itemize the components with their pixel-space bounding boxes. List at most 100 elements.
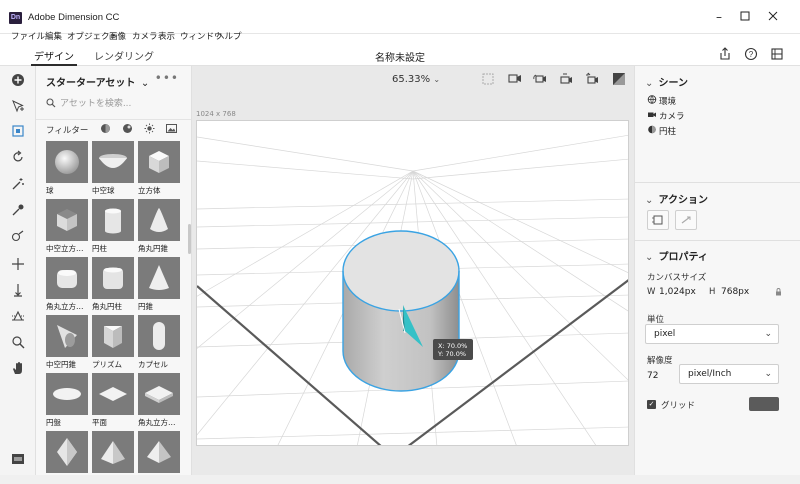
maximize-button[interactable] [738,10,752,24]
asset-item[interactable]: 角丸立方… [46,257,88,312]
asset-item[interactable]: 中空立方… [46,199,88,254]
help-icon[interactable]: ? [744,47,758,61]
asset-item[interactable]: 球 [46,141,88,196]
camera-fit-icon[interactable] [508,72,522,86]
asset-panel-title[interactable]: スターターアセット ⌄ [46,74,149,89]
scene-item-camera[interactable]: カメラ [647,110,685,122]
menu-image[interactable]: 画像 [109,30,126,42]
scene-item-environment[interactable]: 環境 [647,95,676,107]
menu-file[interactable]: ファイル [11,30,45,42]
scene-render[interactable]: X: 70.0% Y: 70.0% [197,121,629,446]
model-filter-icon[interactable] [100,123,111,134]
material-filter-icon[interactable] [122,123,133,134]
render-preview-icon[interactable] [612,72,626,86]
scene-item-label: カメラ [659,112,685,122]
resolution-unit-select[interactable]: pixel/Inch ⌄ [679,364,779,384]
sample-tool[interactable] [10,228,26,244]
asset-item[interactable]: 立方体 [138,141,180,196]
asset-item[interactable]: 角丸円錐 [138,199,180,254]
asset-item[interactable]: 角丸立方… [138,373,180,428]
camera-icon [648,112,656,117]
asset-item[interactable] [46,431,88,475]
asset-item[interactable]: 中空円錐 [46,315,88,370]
light-filter-icon[interactable] [144,123,155,134]
asset-thumbnail [92,431,134,473]
unit-select[interactable]: pixel ⌄ [645,324,779,344]
zoom-tool[interactable] [10,334,26,350]
actions-section-header[interactable]: ⌄ アクション [645,191,708,206]
asset-item[interactable]: 角丸円柱 [92,257,134,312]
disc-icon [53,388,81,400]
zoom-level[interactable]: 65.33% ⌄ [392,74,440,85]
asset-item[interactable]: 円柱 [92,199,134,254]
camera-dolly-icon[interactable] [585,72,599,86]
3d-viewport[interactable]: X: 70.0% Y: 70.0% [196,120,629,446]
asset-thumbnail [138,141,180,183]
frame-icon[interactable] [481,72,495,86]
scene-section-header[interactable]: ⌄ シーン [645,74,688,89]
asset-label: 角丸立方… [46,302,84,311]
scene-item-cylinder[interactable]: 円柱 [647,125,676,137]
share-icon[interactable] [718,47,732,61]
asset-item[interactable] [138,431,180,475]
orbit-tool[interactable] [10,149,26,165]
more-options-button[interactable]: ••• [155,71,179,85]
eyedropper-tool[interactable] [10,202,26,218]
asset-item[interactable]: 平面 [92,373,134,428]
bounds-tool[interactable] [10,123,26,139]
search-input[interactable] [60,96,184,112]
asset-item[interactable]: 円錐 [138,257,180,312]
filter-row: フィルター [36,119,191,137]
camera-pan-icon[interactable] [559,72,573,86]
rounded-cube-icon [57,270,77,288]
adobe-stock-icon[interactable] [770,47,784,61]
add-circle-icon [12,74,24,86]
menu-help[interactable]: ヘルプ [216,30,242,42]
material-sample-icon [11,230,24,242]
magic-wand-tool[interactable] [10,176,26,192]
image-filter-icon[interactable] [166,123,177,134]
lock-icon[interactable] [775,288,782,296]
menu-camera[interactable]: カメラ [132,30,158,42]
dolly-tool[interactable] [10,282,26,298]
cone-icon [149,265,169,290]
panel-toggle[interactable] [10,451,26,467]
align-to-ground-button[interactable] [647,210,669,230]
app-icon: Dn [9,12,22,24]
eyedropper-icon [12,204,24,216]
grid-checkbox[interactable]: ✓ [647,400,656,409]
chevron-down-icon: ⌄ [645,195,654,206]
camera-orbit-icon[interactable] [533,72,547,86]
unit-value: pixel [654,329,676,339]
asset-item[interactable]: プリズム [92,315,134,370]
select-tool[interactable] [10,98,26,114]
asset-thumbnail [92,199,134,241]
grid-color-swatch[interactable] [749,397,779,411]
hand-tool[interactable] [10,360,26,376]
add-tool[interactable] [10,72,26,88]
minimize-button[interactable]: – [712,10,726,24]
close-button[interactable] [766,10,780,24]
move-to-ground-button[interactable] [675,210,697,230]
asset-thumbnail [138,315,180,357]
height-field[interactable]: 768px [721,287,749,297]
tooltip-y: Y: 70.0% [437,350,466,358]
asset-item[interactable] [92,431,134,475]
menu-edit[interactable]: 編集 [45,30,62,42]
horizon-tool[interactable] [10,308,26,324]
resolution-field[interactable]: 72 [647,371,658,381]
asset-item[interactable]: 中空球 [92,141,134,196]
pan-camera-tool[interactable] [10,256,26,272]
asset-thumbnail [92,315,134,357]
width-field[interactable]: 1,024px [659,287,696,297]
menu-view[interactable]: 表示 [158,30,175,42]
asset-item[interactable]: 円盤 [46,373,88,428]
pyramid-icon [147,441,171,463]
rounded-slab-icon [145,386,173,403]
properties-section-header[interactable]: ⌄ プロパティ [645,248,708,263]
asset-scrollbar[interactable] [188,224,191,254]
actions-title: アクション [658,195,708,206]
tool-bar [0,66,36,475]
asset-item[interactable]: カプセル [138,315,180,370]
asset-thumbnail [138,257,180,299]
